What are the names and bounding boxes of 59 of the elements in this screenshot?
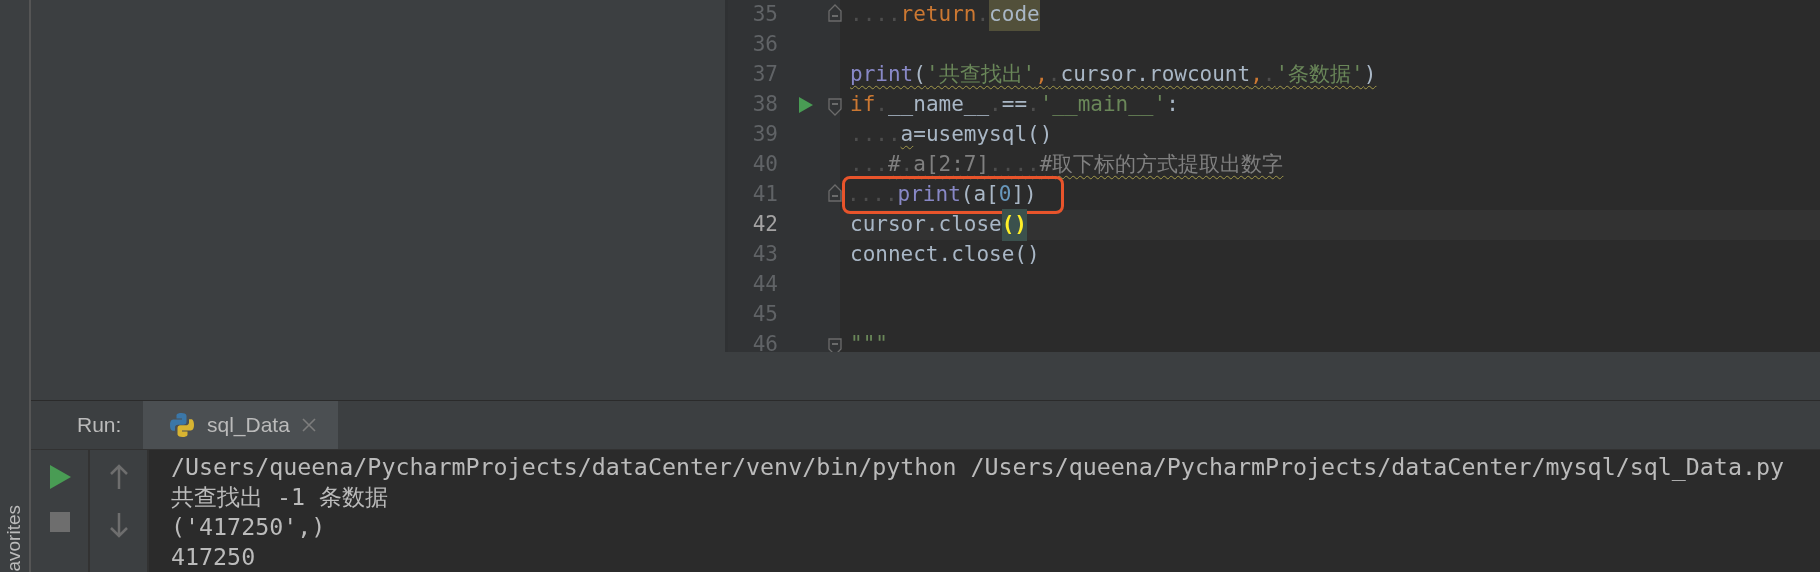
whitespace-dots: . bbox=[976, 1, 990, 29]
fold-marker-icon[interactable] bbox=[828, 4, 842, 22]
line-number: 42 bbox=[751, 211, 778, 239]
fold-marker-icon[interactable] bbox=[828, 184, 842, 202]
string-literal: """ bbox=[850, 331, 888, 352]
whitespace-dots: . bbox=[1027, 91, 1040, 119]
highlighted-identifier: code bbox=[989, 0, 1040, 31]
function-name: print bbox=[850, 61, 914, 89]
code-text: ( bbox=[913, 61, 926, 89]
fold-marker-icon[interactable] bbox=[828, 338, 842, 352]
code-text: ]) bbox=[1011, 181, 1037, 209]
string-literal: '共查找出' bbox=[925, 61, 1036, 89]
code-text: : bbox=[1166, 91, 1179, 119]
code-text: (a[ bbox=[960, 181, 999, 209]
code-comment: # bbox=[887, 151, 901, 179]
whitespace-dots: . bbox=[875, 91, 888, 119]
code-text: ) bbox=[1363, 61, 1377, 89]
whitespace-dots: .... bbox=[850, 1, 901, 29]
whitespace-dots: .... bbox=[850, 121, 901, 149]
function-name: print bbox=[897, 181, 961, 209]
string-literal: '__main__' bbox=[1039, 91, 1167, 119]
whitespace-dots: .... bbox=[989, 151, 1040, 179]
console-output-line: /Users/queena/PycharmProjects/dataCenter/venv/bin/python /Users/queena/PycharmProjects/dataCenter/mysql/sql_Data.py bbox=[171, 452, 1785, 482]
string-literal: '条数据' bbox=[1275, 61, 1364, 89]
whitespace-dots: . bbox=[1047, 61, 1061, 89]
number-literal: 0 bbox=[998, 181, 1012, 209]
code-comment: #取下标的方式提取出数字 bbox=[1039, 151, 1284, 179]
code-text: == bbox=[1001, 91, 1028, 119]
whitespace-dots: . bbox=[989, 91, 1002, 119]
down-arrow-icon[interactable] bbox=[108, 512, 129, 538]
keyword: , bbox=[1035, 61, 1048, 89]
code-text: connect.close() bbox=[850, 241, 1040, 269]
console-output-line: 417250 bbox=[171, 542, 257, 572]
matched-brace: () bbox=[1001, 209, 1027, 241]
fold-marker-icon[interactable] bbox=[828, 98, 842, 116]
stop-icon[interactable] bbox=[49, 512, 70, 532]
run-marker-icon[interactable] bbox=[798, 96, 814, 114]
run-panel-label: Run: bbox=[76, 412, 123, 439]
console-output-line: ('417250',) bbox=[171, 512, 327, 542]
keyword: , bbox=[1250, 61, 1263, 89]
python-logo-icon bbox=[169, 412, 195, 438]
favorites-tab[interactable]: avorites bbox=[2, 505, 26, 572]
keyword: if bbox=[850, 91, 876, 119]
run-tab[interactable]: sql_Data bbox=[143, 401, 338, 449]
code-text: cursor.rowcount bbox=[1060, 61, 1251, 89]
close-icon[interactable] bbox=[301, 418, 316, 432]
whitespace-dots: .... bbox=[847, 181, 898, 209]
console-output-line: 共查找出 -1 条数据 bbox=[171, 482, 390, 512]
code-text: a bbox=[900, 121, 914, 149]
keyword: return bbox=[900, 1, 977, 29]
whitespace-dots: . bbox=[1262, 61, 1276, 89]
whitespace-dots: ... bbox=[850, 151, 888, 179]
run-icon[interactable] bbox=[47, 464, 72, 490]
code-text: =usemysql() bbox=[913, 121, 1053, 149]
whitespace-dots: . bbox=[900, 151, 914, 179]
code-text: __name__ bbox=[887, 91, 990, 119]
code-comment: a[2:7] bbox=[913, 151, 990, 179]
up-arrow-icon[interactable] bbox=[108, 464, 129, 490]
code-text: cursor.close bbox=[850, 211, 1002, 239]
